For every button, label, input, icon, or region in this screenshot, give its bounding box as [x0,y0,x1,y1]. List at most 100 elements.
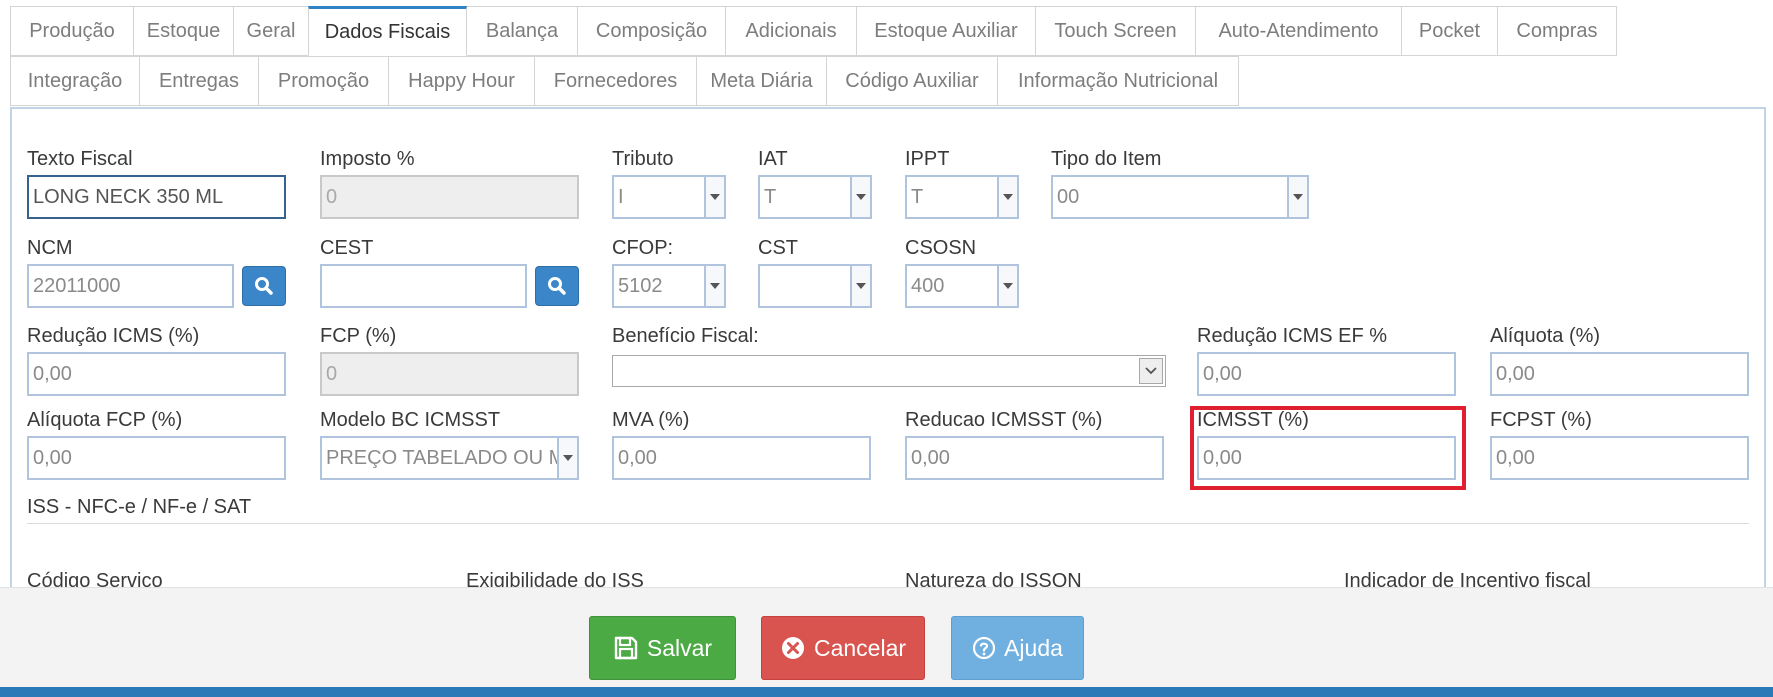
chevron-down-icon [850,177,870,217]
iat-select[interactable]: T [758,175,872,219]
cfop-value: 5102 [618,275,663,297]
tab-codigo-auxiliar[interactable]: Código Auxiliar [826,56,998,106]
cest-search-button[interactable] [535,266,579,306]
iat-value: T [764,186,777,208]
chevron-down-icon [557,438,577,478]
label-reducao-icms: Redução ICMS (%) [27,325,200,347]
label-ippt: IPPT [905,148,950,170]
cst-select[interactable] [758,264,872,308]
fcpst-input[interactable]: 0,00 [1490,436,1749,480]
cest-input[interactable] [320,264,527,308]
reducao-icms-input[interactable]: 0,00 [27,352,286,396]
label-fcpst: FCPST (%) [1490,409,1592,431]
chevron-down-icon [997,266,1017,306]
tributo-select[interactable]: I [612,175,726,219]
tab-auto-atendimento[interactable]: Auto-Atendimento [1195,6,1402,56]
floppy-icon [614,636,638,660]
tab-producao[interactable]: Produção [10,6,134,56]
label-aliquota-fcp: Alíquota FCP (%) [27,409,183,431]
help-button[interactable]: Ajuda [951,616,1084,680]
aliquota-input[interactable]: 0,00 [1490,352,1749,396]
search-icon [548,277,566,295]
imposto-input[interactable]: 0 [320,175,579,219]
tab-adicionais[interactable]: Adicionais [725,6,857,56]
label-tipo-item: Tipo do Item [1051,148,1162,170]
tab-dados-fiscais[interactable]: Dados Fiscais [308,6,467,56]
tab-happy-hour[interactable]: Happy Hour [388,56,535,106]
tab-estoque-auxiliar[interactable]: Estoque Auxiliar [856,6,1036,56]
label-ncm: NCM [27,237,73,259]
icmsst-input[interactable]: 0,00 [1197,436,1456,480]
iss-section-title: ISS - NFC-e / NF-e / SAT [27,496,252,518]
tab-informacao-nutricional[interactable]: Informação Nutricional [997,56,1239,106]
tipo-item-select[interactable]: 00 [1051,175,1309,219]
csosn-select[interactable]: 400 [905,264,1019,308]
modelo-bc-icmsst-select[interactable]: PREÇO TABELADO OU M [320,436,579,480]
label-modelo-bc-icmsst: Modelo BC ICMSST [320,409,501,431]
chevron-down-icon [1139,358,1163,384]
ippt-value: T [911,186,924,208]
label-beneficio-fiscal: Benefício Fiscal: [612,325,759,347]
tributo-value: I [618,186,624,208]
tab-row-1: Produção Estoque Geral Dados Fiscais Bal… [10,6,1617,56]
chevron-down-icon [997,177,1017,217]
texto-fiscal-input[interactable]: LONG NECK 350 ML [27,175,286,219]
ippt-select[interactable]: T [905,175,1019,219]
beneficio-fiscal-select[interactable] [612,355,1166,387]
label-cst: CST [758,237,798,259]
help-label: Ajuda [1004,634,1063,661]
label-icmsst: ICMSST (%) [1197,409,1309,431]
tab-estoque[interactable]: Estoque [133,6,234,56]
fiscal-panel: Texto Fiscal LONG NECK 350 ML Imposto % … [10,107,1766,587]
tab-compras[interactable]: Compras [1497,6,1617,56]
modelo-bc-icmsst-value: PREÇO TABELADO OU M [326,447,566,469]
label-reducao-icmsst: Reducao ICMSST (%) [905,409,1103,431]
label-mva: MVA (%) [612,409,690,431]
tab-promocao[interactable]: Promoção [258,56,389,106]
tab-touch-screen[interactable]: Touch Screen [1035,6,1196,56]
search-icon [255,277,273,295]
reducao-icms-ef-input[interactable]: 0,00 [1197,352,1456,396]
label-imposto: Imposto % [320,148,415,170]
cfop-select[interactable]: 5102 [612,264,726,308]
chevron-down-icon [850,266,870,306]
label-fcp: FCP (%) [320,325,397,347]
chevron-down-icon [1287,177,1307,217]
csosn-value: 400 [911,275,945,297]
cancel-label: Cancelar [813,634,907,661]
section-divider [27,523,1749,524]
label-incentivo-fiscal: Indicador de Incentivo fiscal [1344,570,1591,587]
label-natureza-issqn: Natureza do ISSQN [905,570,1082,587]
tab-entregas[interactable]: Entregas [139,56,259,106]
tab-integracao[interactable]: Integração [10,56,140,106]
question-circle-icon [972,636,996,660]
chevron-down-icon [704,266,724,306]
mva-input[interactable]: 0,00 [612,436,871,480]
tab-composicao[interactable]: Composição [577,6,726,56]
tab-row-2: Integração Entregas Promoção Happy Hour … [10,56,1239,106]
label-reducao-icms-ef: Redução ICMS EF % [1197,325,1388,347]
label-aliquota: Alíquota (%) [1490,325,1601,347]
aliquota-fcp-input[interactable]: 0,00 [27,436,286,480]
reducao-icmsst-input[interactable]: 0,00 [905,436,1164,480]
fcp-input[interactable]: 0 [320,352,579,396]
label-exigibilidade-iss: Exigibilidade do ISS [466,570,644,587]
save-label: Salvar [646,634,713,661]
save-button[interactable]: Salvar [589,616,736,680]
bottom-strip [0,687,1773,697]
label-tributo: Tributo [612,148,674,170]
ncm-input[interactable]: 22011000 [27,264,234,308]
label-cfop: CFOP: [612,237,674,259]
label-texto-fiscal: Texto Fiscal [27,148,133,170]
tab-pocket[interactable]: Pocket [1401,6,1498,56]
close-circle-icon [781,637,804,659]
tab-balanca[interactable]: Balança [466,6,578,56]
tab-geral[interactable]: Geral [233,6,309,56]
tab-fornecedores[interactable]: Fornecedores [534,56,697,106]
cancel-button[interactable]: Cancelar [761,616,925,680]
label-iat: IAT [758,148,788,170]
chevron-down-icon [704,177,724,217]
label-codigo-servico: Código Serviço [27,570,163,587]
ncm-search-button[interactable] [242,266,286,306]
tab-meta-diaria[interactable]: Meta Diária [696,56,827,106]
